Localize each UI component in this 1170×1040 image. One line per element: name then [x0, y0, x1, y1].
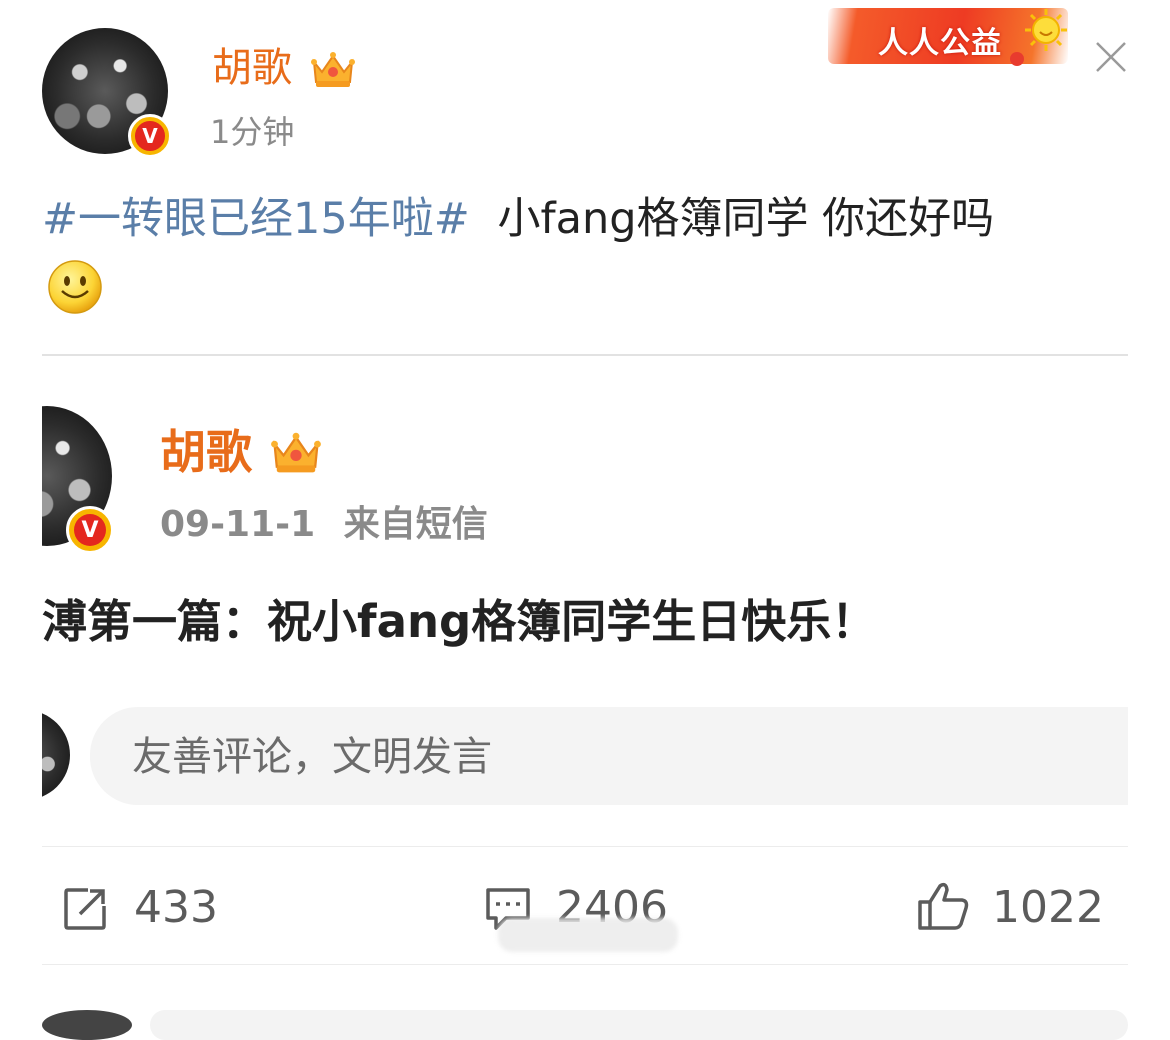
close-icon: [1096, 42, 1126, 72]
topic-hashtag[interactable]: #一转眼已经15年啦#: [42, 194, 470, 244]
divider: [42, 354, 1128, 356]
like-count: 1022: [992, 882, 1104, 933]
verified-badge: V: [128, 114, 172, 158]
repost-date: 09-11-1: [160, 504, 316, 545]
post-text: #一转眼已经15年啦# 小fang格簿同学 你还好吗: [42, 190, 1132, 248]
divider: [42, 846, 1128, 847]
comment-placeholder: 友善评论，文明发言: [132, 734, 492, 780]
repost-author-name[interactable]: 胡歌: [160, 424, 252, 480]
like-icon: [918, 882, 969, 930]
repost-text: 溥第一篇：祝小fang格簿同学生日快乐！: [42, 595, 877, 648]
watermark: [498, 918, 678, 952]
activity-banner[interactable]: 人人公益: [828, 8, 1068, 66]
repost-verified-badge: V: [66, 506, 114, 554]
heart-icon: [1010, 52, 1024, 66]
like-button[interactable]: 1022: [916, 876, 1116, 936]
banner-text: 人人公益: [878, 26, 1002, 61]
repost-count: 433: [134, 882, 218, 933]
commenter-avatar: [42, 710, 70, 800]
author-name[interactable]: 胡歌: [212, 44, 292, 92]
next-item-edge: [42, 1010, 132, 1040]
repost-icon: [64, 888, 106, 930]
smile-emoji-icon: [46, 258, 104, 320]
post-content: 小fang格簿同学 你还好吗: [497, 194, 995, 244]
crown-icon: [310, 48, 356, 90]
commenter-avatar-clip: [42, 710, 70, 804]
repost-button[interactable]: 433: [58, 878, 258, 938]
post-time: 1分钟: [210, 113, 295, 151]
divider: [42, 964, 1128, 965]
next-item-box: [150, 1010, 1128, 1040]
close-button[interactable]: [1094, 40, 1128, 74]
sun-icon: [1024, 8, 1068, 56]
repost-meta: 09-11-1 来自短信: [160, 502, 488, 548]
comment-input[interactable]: 友善评论，文明发言: [90, 707, 1128, 805]
repost-crown-icon: [270, 428, 322, 476]
repost-source: 来自短信: [343, 504, 488, 545]
